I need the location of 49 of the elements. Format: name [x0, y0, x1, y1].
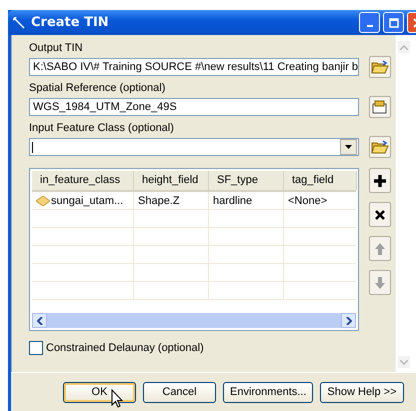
scroll-right-button[interactable] — [341, 313, 356, 328]
dialog-button[interactable]: Environments... — [223, 382, 314, 402]
plus-icon — [373, 174, 387, 188]
scroll-left-button[interactable] — [32, 313, 47, 328]
folder-button[interactable] — [369, 56, 391, 78]
properties-button[interactable] — [369, 96, 391, 118]
text-field[interactable]: WGS_1984_UTM_Zone_49S — [29, 98, 359, 116]
caret-icon — [345, 145, 352, 149]
chevron-down-icon — [400, 360, 408, 364]
line-feature-icon — [36, 196, 50, 206]
chevron-up-icon — [400, 44, 408, 50]
chevron-right-icon — [346, 316, 352, 324]
field-label: Output TIN — [29, 41, 84, 56]
column-header[interactable]: height_field — [134, 171, 209, 190]
properties-icon — [371, 100, 389, 114]
checkbox[interactable] — [29, 341, 43, 355]
dialog-button[interactable]: Show Help >> — [320, 382, 404, 402]
text-field[interactable]: K:\SABO IV\# Training SOURCE #\new results\11 Creating banjir b — [29, 58, 359, 76]
minimize-button[interactable] — [359, 12, 380, 33]
maximize-icon — [388, 18, 398, 28]
mouse-cursor-icon — [111, 389, 123, 408]
window-title: Create TIN — [31, 15, 109, 30]
column-header[interactable]: tag_field — [284, 171, 357, 190]
dialog-button[interactable]: Cancel — [143, 382, 216, 402]
dropdown-field[interactable] — [29, 138, 359, 156]
chevron-left-icon — [36, 316, 42, 324]
table-cell: <None> — [284, 192, 356, 209]
dropdown-button[interactable] — [340, 139, 357, 155]
field-label: Spatial Reference (optional) — [29, 81, 166, 96]
remove-button[interactable] — [369, 202, 391, 227]
field-label: Input Feature Class (optional) — [29, 121, 175, 136]
checkbox-label: Constrained Delaunay (optional) — [46, 342, 204, 354]
dialog-button[interactable]: OK — [63, 382, 136, 402]
minimize-icon — [366, 24, 372, 26]
arrow-down-icon — [374, 276, 386, 290]
table-cell: hardline — [209, 192, 284, 209]
hammer-icon — [13, 16, 25, 28]
add-button[interactable] — [369, 168, 391, 193]
maximize-button[interactable] — [383, 12, 404, 33]
column-header[interactable]: in_feature_class — [32, 171, 134, 190]
cross-icon — [374, 208, 386, 220]
folder-button[interactable] — [369, 136, 391, 158]
folder-icon — [371, 60, 389, 74]
table-cell: Shape.Z — [134, 192, 209, 209]
horizontal-scrollbar[interactable] — [32, 313, 356, 328]
folder-icon — [371, 140, 389, 154]
column-header[interactable]: SF_type — [209, 171, 284, 190]
arrow-up-icon — [374, 242, 386, 256]
table-cell: sungai_utam... — [32, 192, 134, 209]
